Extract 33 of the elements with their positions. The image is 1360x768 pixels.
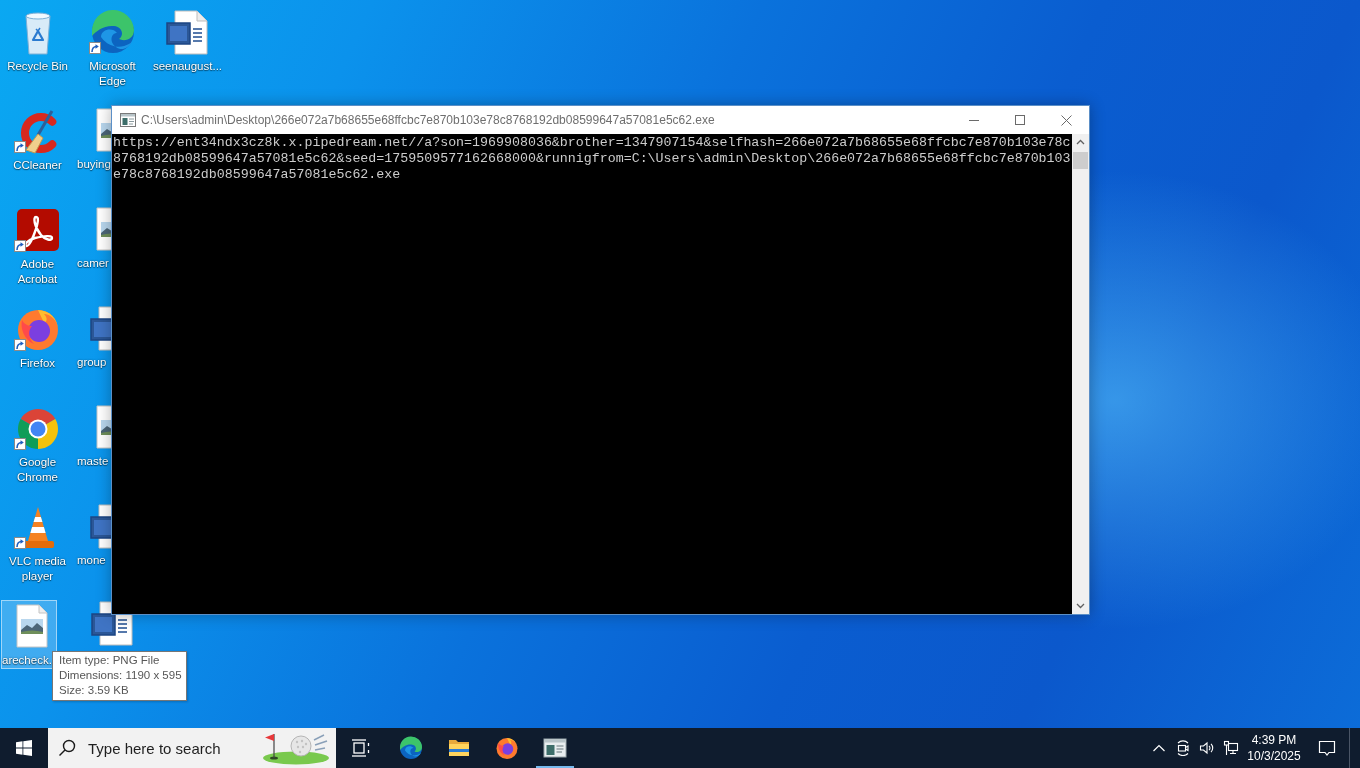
- desktop-item[interactable]: arecheck.: [1, 600, 57, 669]
- tooltip-text: Size: 3.59 KB: [59, 683, 130, 698]
- desktop-item[interactable]: Recycle Bin: [1, 6, 74, 75]
- console-window-icon[interactable]: [543, 736, 567, 760]
- desktop-item[interactable]: Adobe Acrobat: [1, 204, 74, 288]
- network-monitor-icon[interactable]: [1223, 740, 1239, 756]
- speaker-icon[interactable]: [1199, 740, 1215, 756]
- notification-icon[interactable]: [1317, 738, 1337, 758]
- task-view-icon[interactable]: [349, 737, 371, 759]
- desktop-item[interactable]: Firefox: [1, 303, 74, 372]
- desktop-item[interactable]: VLC media player: [1, 501, 74, 585]
- edge-icon[interactable]: [399, 736, 423, 760]
- scrollbar-thumb[interactable]: [1073, 152, 1088, 169]
- tooltip-text: Item type: PNG File: [59, 653, 161, 668]
- window-title: C:\Users\admin\Desktop\266e072a7b68655e68ffcbc7e870b103e78c8768192db08599647a57081e5c62.exe: [141, 113, 715, 127]
- search-bar[interactable]: Type here to search: [48, 728, 336, 768]
- clock-date[interactable]: 10/3/2025: [1247, 748, 1301, 764]
- video-camera-icon[interactable]: [1175, 740, 1191, 756]
- desktop-item[interactable]: seenaugust...: [151, 6, 224, 75]
- search-field[interactable]: Type here to search: [88, 739, 262, 757]
- tooltip-text: Dimensions: 1190 x 595: [59, 668, 182, 683]
- desktop-item[interactable]: Microsoft Edge: [76, 6, 149, 90]
- desktop-item[interactable]: Google Chrome: [1, 402, 74, 486]
- firefox-icon[interactable]: [495, 736, 519, 760]
- desktop-item[interactable]: CCleaner: [1, 105, 74, 174]
- maximize-icon[interactable]: [1015, 115, 1025, 125]
- windows-logo-icon[interactable]: [16, 740, 32, 756]
- console-window-icon: [120, 112, 136, 128]
- golf-doodle-icon[interactable]: [262, 731, 330, 765]
- search-icon: [58, 739, 76, 757]
- close-icon[interactable]: [1060, 114, 1072, 126]
- clock-time[interactable]: 4:39 PM: [1251, 732, 1297, 748]
- console-output: https://ent34ndx3cz8k.x.pipedream.net//a?son=1969908036&brother=1347907154&selfhash=266e072a7b68655e68ffcbc7e870b103e78c8768192db08599647a57081e5c62&seed=1759509577162668000&runnigfrom=C:\Users\admin\Desktop\266e072a7b68655e68ffcbc7e870b103e78c8768192db08599647a57081e5c62.exe: [112, 134, 1072, 183]
